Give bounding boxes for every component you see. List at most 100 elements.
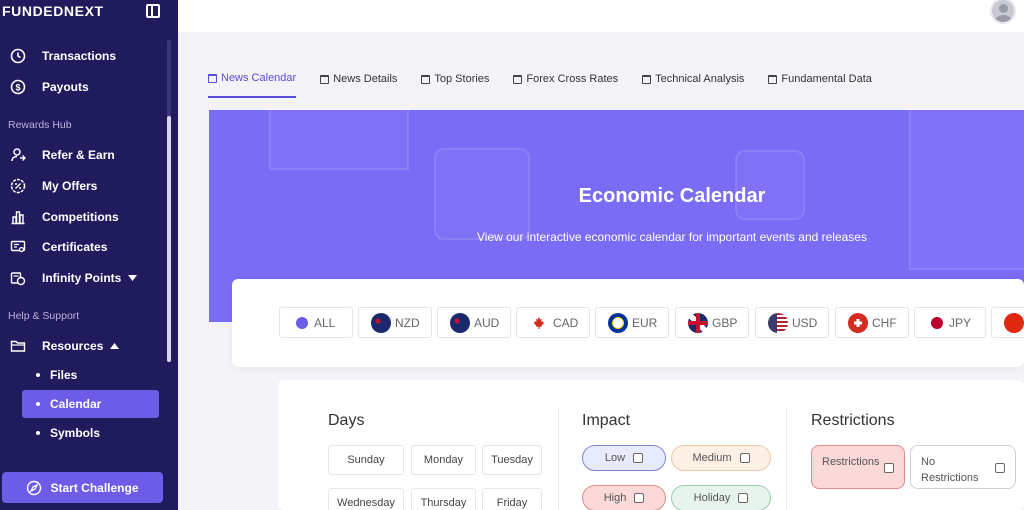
- day-button-tuesday[interactable]: Tuesday: [482, 445, 542, 475]
- china-flag-icon: [1004, 312, 1024, 333]
- currency-code: CAD: [553, 315, 579, 330]
- au-flag-icon: [450, 312, 470, 333]
- maple-leaf-icon: [529, 312, 549, 333]
- sidebar-item-certificates[interactable]: Certificates: [10, 235, 160, 259]
- user-share-icon: [10, 147, 26, 163]
- japan-flag-icon: [931, 316, 943, 329]
- currency-chip-eur[interactable]: EUR: [595, 307, 669, 338]
- restriction-option-no-restrictions[interactable]: No Restrictions: [910, 445, 1016, 489]
- tab-forex-cross-rates[interactable]: Forex Cross Rates: [513, 66, 618, 92]
- sidebar-sub-item-label: Files: [50, 368, 78, 382]
- hero-subtitle: View our interactive economic calendar f…: [477, 230, 867, 244]
- calendar-icon: [421, 74, 431, 84]
- sidebar-item-label: Refer & Earn: [42, 148, 115, 162]
- restriction-checkbox[interactable]: [995, 463, 1005, 473]
- currency-code: AUD: [474, 315, 500, 330]
- impact-label: High: [603, 492, 627, 504]
- sidebar-sub-item-symbols[interactable]: Symbols: [22, 419, 159, 447]
- tab-news-details[interactable]: News Details: [320, 66, 397, 92]
- svg-text:$: $: [15, 83, 20, 93]
- currency-chip-usd[interactable]: USD: [755, 307, 829, 338]
- sidebar-item-transactions[interactable]: Transactions: [10, 44, 160, 68]
- swiss-flag-icon: [848, 312, 868, 333]
- day-button-thursday[interactable]: Thursday: [411, 488, 476, 510]
- calendar-icon: [642, 74, 652, 84]
- sidebar-sub-item-files[interactable]: Files: [22, 361, 159, 389]
- restriction-option-restrictions[interactable]: Restrictions: [811, 445, 905, 489]
- tab-label: Technical Analysis: [655, 73, 745, 85]
- rocket-icon: [26, 480, 42, 496]
- coins-icon: [10, 270, 26, 286]
- uk-flag-icon: [688, 312, 708, 333]
- sidebar-item-refer-earn[interactable]: Refer & Earn: [10, 143, 160, 167]
- sidebar-sub-item-calendar[interactable]: Calendar: [22, 390, 159, 418]
- sidebar-sub-item-label: Symbols: [50, 426, 101, 440]
- currency-chip-jpy[interactable]: JPY: [914, 307, 986, 338]
- impact-pill-low[interactable]: Low: [582, 445, 666, 471]
- sidebar-item-competitions[interactable]: Competitions: [10, 205, 160, 229]
- tab-bar: News Calendar News Details Top Stories F…: [208, 66, 896, 98]
- start-challenge-button[interactable]: Start Challenge: [2, 472, 163, 503]
- day-button-wednesday[interactable]: Wednesday: [328, 488, 404, 510]
- tab-label: Forex Cross Rates: [526, 73, 619, 85]
- currency-chip-all[interactable]: ALL: [279, 307, 353, 338]
- currency-code: EUR: [632, 315, 658, 330]
- tab-top-stories[interactable]: Top Stories: [421, 66, 489, 92]
- tab-fundamental-data[interactable]: Fundamental Data: [768, 66, 872, 92]
- sidebar-item-infinity-points[interactable]: Infinity Points: [10, 266, 160, 290]
- dollar-icon: $: [10, 79, 26, 95]
- day-button-sunday[interactable]: Sunday: [328, 445, 404, 475]
- sidebar-item-my-offers[interactable]: My Offers: [10, 174, 160, 198]
- calendar-icon: [320, 74, 330, 84]
- tab-label: Top Stories: [434, 73, 490, 85]
- bar-chart-icon: [10, 209, 26, 225]
- sidebar-item-payouts[interactable]: $ Payouts: [10, 75, 160, 99]
- impact-pill-medium[interactable]: Medium: [671, 445, 771, 471]
- restriction-label: Restrictions: [822, 456, 880, 468]
- day-button-monday[interactable]: Monday: [411, 445, 476, 475]
- bullet-dot: [36, 431, 40, 435]
- section-label-help: Help & Support: [8, 310, 80, 322]
- impact-label: Low: [604, 452, 626, 464]
- impact-checkbox[interactable]: [739, 453, 750, 463]
- impact-label: Holiday: [693, 492, 731, 504]
- calendar-icon: [208, 73, 217, 83]
- sidebar-item-label: Certificates: [42, 240, 108, 254]
- sidebar-scrollbar-thumb[interactable]: [167, 116, 171, 362]
- calendar-icon: [513, 74, 523, 84]
- day-button-friday[interactable]: Friday: [482, 488, 542, 510]
- impact-pill-high[interactable]: High: [582, 485, 666, 510]
- sidebar-toggle-icon[interactable]: [146, 4, 160, 18]
- restriction-checkbox[interactable]: [884, 463, 894, 473]
- tab-label: News Details: [333, 73, 398, 85]
- currency-chip-chf[interactable]: CHF: [835, 307, 909, 338]
- bullet-dot: [36, 402, 40, 406]
- eu-flag-icon: [608, 312, 628, 333]
- currency-chip-nzd[interactable]: NZD: [358, 307, 432, 338]
- tab-technical-analysis[interactable]: Technical Analysis: [642, 66, 744, 92]
- sidebar: FUNDEDNEXT Transactions $ Payouts Reward…: [0, 0, 178, 510]
- impact-pill-holiday[interactable]: Holiday: [671, 485, 771, 510]
- brand-logo: FUNDEDNEXT: [2, 3, 104, 19]
- currency-code: GBP: [712, 315, 738, 330]
- restriction-label: No Restrictions: [921, 456, 979, 484]
- chevron-up-icon: [110, 343, 120, 349]
- tab-label: News Calendar: [221, 72, 297, 84]
- user-avatar[interactable]: [990, 0, 1016, 24]
- column-divider: [786, 408, 787, 510]
- currency-chip-aud[interactable]: AUD: [437, 307, 511, 338]
- currency-chip-cad[interactable]: CAD: [516, 307, 590, 338]
- restrictions-title: Restrictions: [811, 412, 895, 429]
- impact-checkbox[interactable]: [738, 493, 749, 503]
- impact-checkbox[interactable]: [634, 493, 645, 503]
- impact-title: Impact: [582, 412, 631, 429]
- currency-chip-cny[interactable]: [991, 307, 1024, 338]
- sidebar-item-label: Payouts: [42, 80, 89, 94]
- logo-row: FUNDEDNEXT: [0, 0, 178, 22]
- hero-title: Economic Calendar: [578, 185, 766, 207]
- currency-code: USD: [792, 315, 818, 330]
- sidebar-item-resources[interactable]: Resources: [10, 334, 160, 358]
- tab-news-calendar[interactable]: News Calendar: [208, 66, 297, 98]
- impact-checkbox[interactable]: [633, 453, 644, 463]
- currency-chip-gbp[interactable]: GBP: [675, 307, 749, 338]
